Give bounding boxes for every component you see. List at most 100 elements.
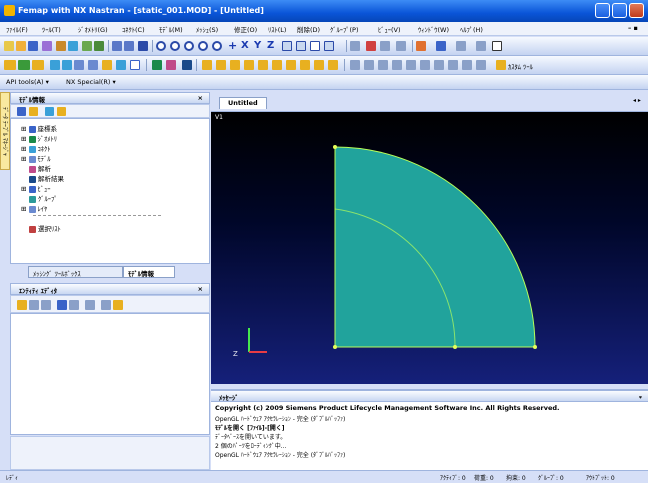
tree-item-group[interactable]: ｸﾞﾙｰﾌﾟ — [29, 193, 58, 203]
tree-item-view[interactable]: ⊞ ﾋﾞｭｰ — [21, 183, 51, 193]
circle-view-icon[interactable] — [170, 41, 180, 51]
filter-icon[interactable] — [456, 41, 466, 51]
zoom-window-icon[interactable] — [296, 41, 306, 51]
layers-icon[interactable] — [82, 41, 92, 51]
label-icon[interactable] — [328, 60, 338, 70]
label-icon[interactable] — [286, 60, 296, 70]
api-tools-dropdown[interactable]: API tools(A) ▾ — [6, 78, 49, 86]
tree-item-analysis[interactable]: 解析 — [29, 163, 51, 173]
view-front-icon[interactable] — [50, 60, 60, 70]
render-icon[interactable] — [366, 41, 376, 51]
entity-editor-close-icon[interactable]: × — [198, 285, 203, 293]
measure-icon[interactable] — [392, 60, 402, 70]
tree-item-model[interactable]: ⊞ ﾓﾃﾞﾙ — [21, 153, 51, 163]
entity-filter-icon[interactable] — [85, 300, 95, 310]
shade-icon[interactable] — [102, 60, 112, 70]
paste-icon[interactable] — [68, 41, 78, 51]
tree-expand-icon[interactable] — [17, 107, 26, 116]
close-button[interactable] — [629, 3, 644, 18]
measure-icon[interactable] — [378, 60, 388, 70]
minimize-button[interactable] — [595, 3, 610, 18]
window-icon[interactable] — [112, 41, 122, 51]
circle-view-icon[interactable] — [156, 41, 166, 51]
menu-delete[interactable]: 削除(D) — [297, 24, 320, 34]
entity-edit-icon[interactable] — [29, 300, 39, 310]
print-icon[interactable] — [42, 41, 52, 51]
tree-item-layer[interactable]: ⊞ ﾚｲﾔ — [21, 203, 47, 213]
menu-tools[interactable]: ﾂｰﾙ(T) — [42, 24, 61, 34]
menu-mesh[interactable]: ﾒｯｼｭ(S) — [196, 24, 218, 34]
graphics-viewport[interactable]: V1 Z — [211, 112, 648, 384]
circle-view-icon[interactable] — [212, 41, 222, 51]
view-iso-icon[interactable] — [88, 60, 98, 70]
messages-pin-icon[interactable]: ᵩ — [639, 392, 642, 400]
label-icon[interactable] — [202, 60, 212, 70]
pick-icon[interactable] — [436, 41, 446, 51]
entity-help-icon[interactable] — [101, 300, 111, 310]
magnify-icon[interactable] — [324, 41, 334, 51]
custom-tools-label[interactable]: ｶｽﾀﾑ ﾂｰﾙ — [508, 61, 533, 71]
measure-icon[interactable] — [406, 60, 416, 70]
menu-connect[interactable]: ｺﾈｸﾄ(C) — [122, 24, 145, 34]
entity-new-icon[interactable] — [17, 300, 27, 310]
menu-window[interactable]: ｳｨﾝﾄﾞｳ(W) — [418, 24, 449, 34]
mesh-icon[interactable] — [18, 60, 30, 70]
maximize-button[interactable] — [612, 3, 627, 18]
menu-file[interactable]: ﾌｧｲﾙ(F) — [6, 24, 28, 34]
menu-model[interactable]: ﾓﾃﾞﾙ(M) — [159, 24, 183, 34]
view-side-icon[interactable] — [74, 60, 84, 70]
label-icon[interactable] — [258, 60, 268, 70]
tab-meshing-toolbox[interactable]: ﾒｯｼﾝｸﾞ ﾂｰﾙﾎﾞｯｸｽ — [28, 266, 123, 278]
tab-model-info[interactable]: ﾓﾃﾞﾙ情報 — [123, 266, 175, 278]
y-axis-icon[interactable]: Y — [254, 41, 264, 51]
label-icon[interactable] — [272, 60, 282, 70]
save-icon[interactable] — [28, 41, 38, 51]
wireframe-icon[interactable] — [116, 60, 126, 70]
tree-item-results[interactable]: 解析結果 — [29, 173, 64, 183]
measure-icon[interactable] — [420, 60, 430, 70]
deform-icon[interactable] — [182, 60, 192, 70]
menu-help[interactable]: ﾍﾙﾌﾟ(H) — [460, 24, 483, 34]
tab-untitled[interactable]: Untitled — [219, 97, 267, 109]
measure-icon[interactable] — [350, 60, 360, 70]
measure-icon[interactable] — [364, 60, 374, 70]
measure-icon[interactable] — [476, 60, 486, 70]
custom-tools-icon[interactable] — [496, 60, 506, 70]
new-file-icon[interactable] — [4, 41, 14, 51]
circle-view-icon[interactable] — [198, 41, 208, 51]
load-icon[interactable] — [32, 60, 44, 70]
align-icon[interactable] — [350, 41, 360, 51]
measure-icon[interactable] — [434, 60, 444, 70]
post-icon[interactable] — [152, 60, 162, 70]
tree-item-coord[interactable]: ⊞ 座標系 — [21, 123, 57, 133]
copy-icon[interactable] — [56, 41, 66, 51]
zoom-icon[interactable] — [282, 41, 292, 51]
measure-icon[interactable] — [448, 60, 458, 70]
entity-list-icon[interactable] — [57, 300, 67, 310]
tile-icon[interactable] — [124, 41, 134, 51]
label-icon[interactable] — [300, 60, 310, 70]
menu-view[interactable]: ﾋﾞｭｰ(V) — [378, 24, 401, 34]
contour-icon[interactable] — [166, 60, 176, 70]
tree-item-geometry[interactable]: ⊞ ｼﾞｵﾒﾄﾘ — [21, 133, 57, 143]
menu-modify[interactable]: 修正(O) — [234, 24, 257, 34]
tree-options-icon[interactable] — [29, 107, 38, 116]
fit-icon[interactable] — [310, 41, 320, 51]
tree-item-selection-list[interactable]: 選択ﾘｽﾄ — [29, 223, 61, 233]
label-icon[interactable] — [216, 60, 226, 70]
window-dropdown-icon[interactable] — [492, 41, 502, 51]
data-table-icon[interactable] — [94, 41, 104, 51]
menu-group[interactable]: ｸﾞﾙｰﾌﾟ(P) — [330, 24, 359, 34]
x-axis-icon[interactable]: X — [241, 41, 251, 51]
nx-special-dropdown[interactable]: NX Special(R) ▾ — [66, 78, 116, 86]
entity-icon[interactable] — [4, 60, 16, 70]
tree-arrow-icon[interactable] — [45, 107, 54, 116]
entity-sort-icon[interactable] — [69, 300, 79, 310]
entity-refresh-icon[interactable] — [41, 300, 51, 310]
select-icon[interactable] — [416, 41, 426, 51]
list-icon[interactable] — [396, 41, 406, 51]
tab-nav-arrows[interactable]: ◂ ▸ — [633, 97, 641, 104]
side-tab-data-table[interactable]: ﾃﾞｰﾀ ﾃｰﾌﾞﾙ ﾏﾈｰｼﾞｬ — [0, 92, 10, 170]
menu-list[interactable]: ﾘｽﾄ(L) — [268, 24, 286, 34]
entity-lock-icon[interactable] — [113, 300, 123, 310]
